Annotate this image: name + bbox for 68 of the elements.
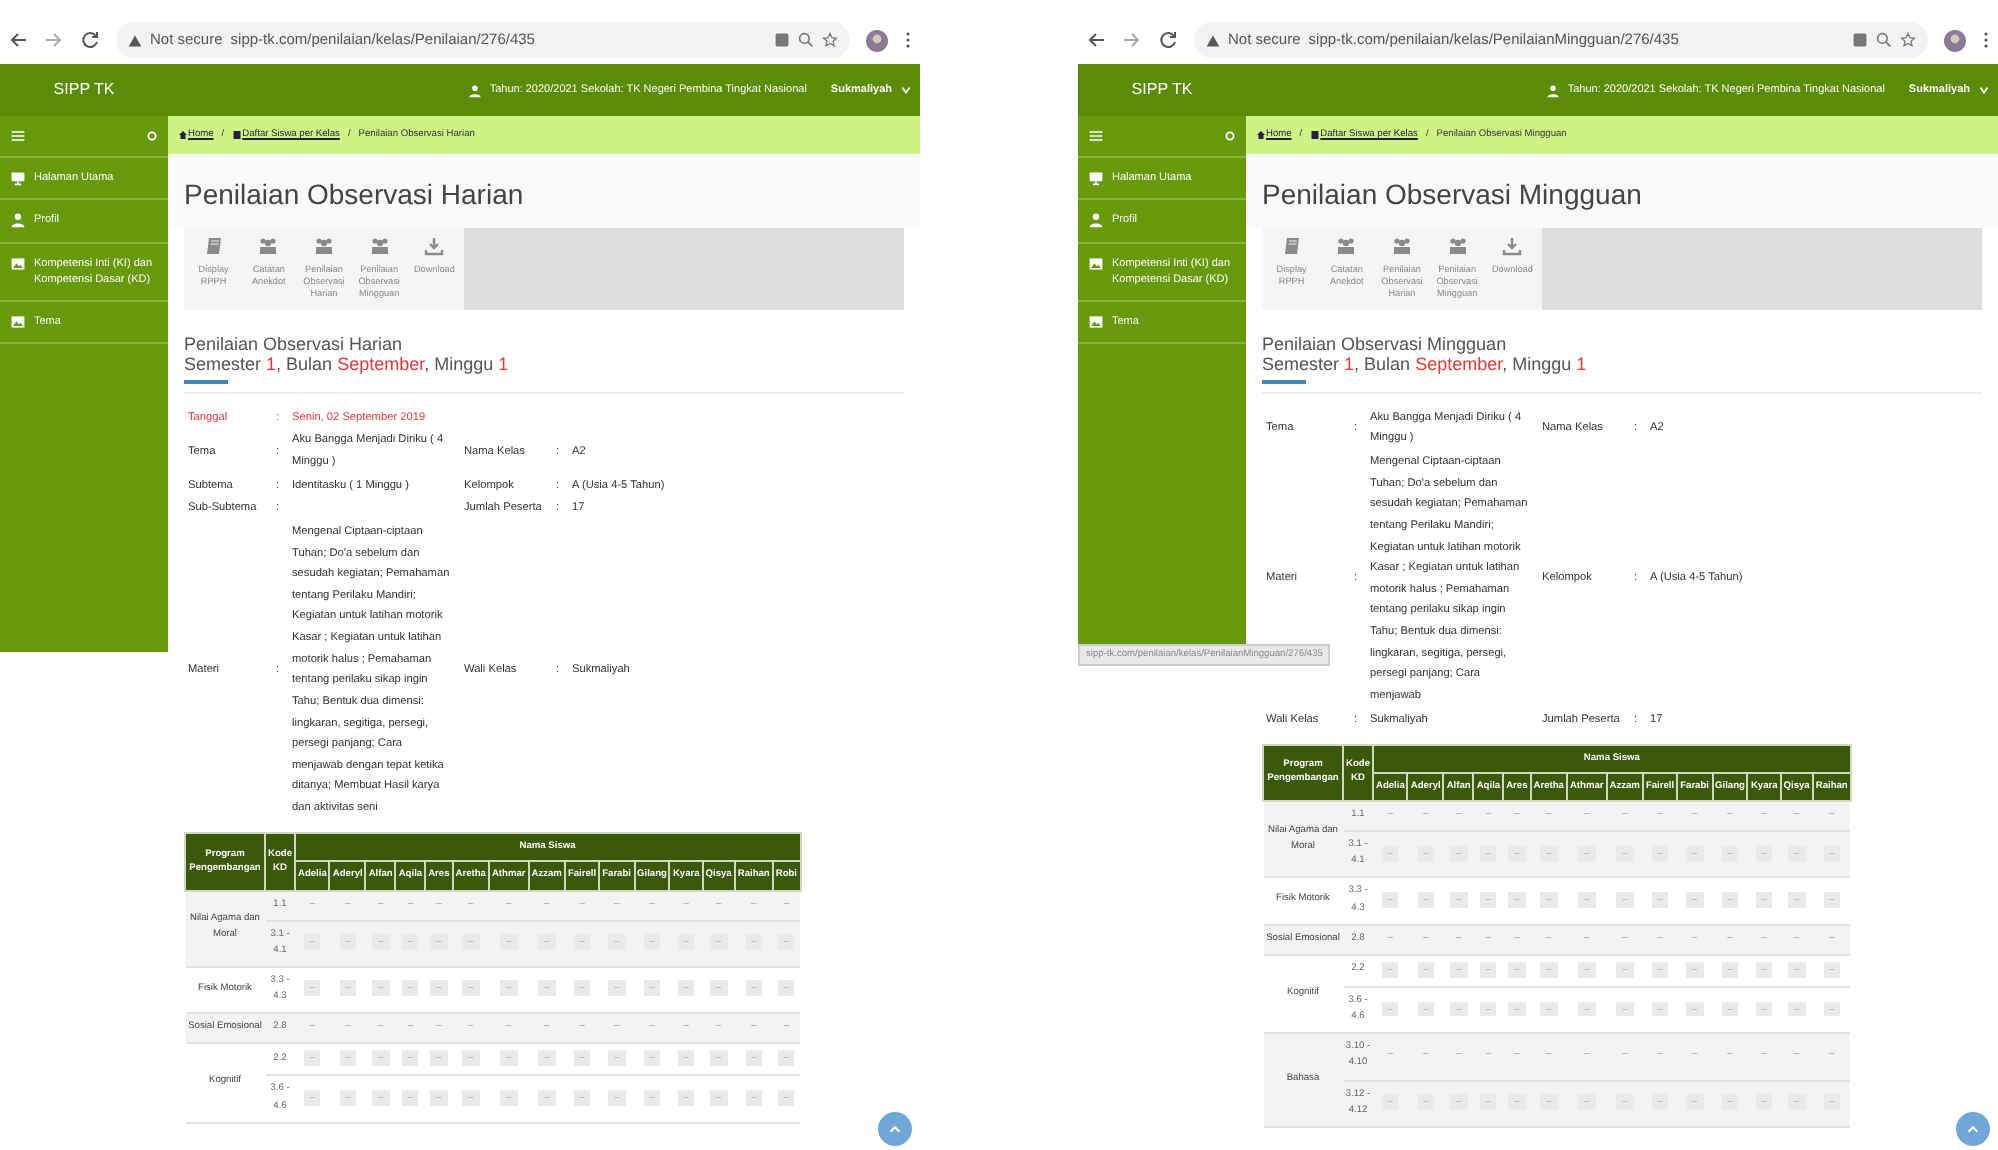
arrow-up-icon: [1964, 1120, 1982, 1138]
download-icon: [424, 236, 445, 256]
subtitle-text: September: [1415, 353, 1503, 374]
caret-icon: [900, 84, 912, 96]
forward-icon[interactable]: [44, 30, 64, 50]
warning-icon[interactable]: [1206, 33, 1220, 47]
section-title: Penilaian Observasi Mingguan: [1260, 331, 1509, 354]
forward-icon[interactable]: [1122, 30, 1142, 50]
back-icon[interactable]: [1086, 30, 1106, 50]
back-icon[interactable]: [8, 30, 28, 50]
subtitle-text: 1: [1576, 353, 1587, 374]
monitor-icon: [1088, 170, 1104, 186]
subtitle-text: 1: [498, 353, 509, 374]
subtitle-text: 1: [266, 353, 277, 374]
warning-icon[interactable]: [128, 33, 142, 47]
image-icon: [1088, 255, 1104, 271]
image-icon: [10, 314, 26, 330]
section-title: Penilaian Observasi Harian: [182, 331, 405, 354]
image-icon: [10, 255, 26, 271]
avatar-icon[interactable]: [866, 29, 888, 51]
list-icon: [232, 130, 243, 140]
zoom-icon[interactable]: [798, 32, 814, 48]
reload-icon[interactable]: [1158, 30, 1178, 50]
page-title: Penilaian Observasi Harian: [168, 154, 920, 228]
circle-icon[interactable]: [1224, 130, 1236, 142]
kebab-menu-icon[interactable]: [1982, 30, 1990, 50]
book-icon: [203, 236, 224, 256]
user-icon: [10, 212, 26, 229]
people-icon: [1391, 236, 1412, 256]
star-icon[interactable]: [1900, 32, 1916, 48]
subtitle-text: , Minggu: [1502, 353, 1574, 374]
people-icon: [1447, 236, 1468, 256]
download-icon: [1502, 236, 1523, 256]
subtitle-text: , Minggu: [424, 353, 496, 374]
kebab-menu-icon[interactable]: [904, 30, 912, 50]
people-icon: [258, 236, 279, 256]
subtitle-text: Semester: [184, 353, 264, 374]
subtitle-text: , Bulan: [276, 353, 335, 374]
star-icon[interactable]: [822, 32, 838, 48]
page-title: Penilaian Observasi Mingguan: [1246, 154, 1998, 228]
image-icon: [1088, 314, 1104, 330]
user-icon: [1088, 212, 1104, 229]
user-icon: [1545, 83, 1560, 97]
home-icon: [1256, 130, 1266, 140]
app-brand[interactable]: SIPP TK: [1078, 78, 1246, 102]
reload-icon[interactable]: [80, 30, 100, 50]
home-icon: [178, 130, 188, 140]
app-brand[interactable]: SIPP TK: [0, 78, 168, 102]
subtitle-text: September: [337, 353, 425, 374]
menu-icon[interactable]: [1088, 128, 1104, 144]
scroll-top-button[interactable]: [1956, 1112, 1990, 1146]
arrow-up-icon: [886, 1120, 904, 1138]
people-icon: [369, 236, 390, 256]
subtitle-text: , Bulan: [1354, 353, 1413, 374]
book-icon: [1281, 236, 1302, 256]
list-icon: [1310, 130, 1321, 140]
user-icon: [467, 83, 482, 97]
monitor-icon: [10, 170, 26, 186]
subtitle-text: Semester: [1262, 353, 1342, 374]
avatar-icon[interactable]: [1944, 29, 1966, 51]
subtitle-text: 1: [1344, 353, 1355, 374]
scroll-top-button[interactable]: [878, 1112, 912, 1146]
caret-icon: [1978, 84, 1990, 96]
zoom-icon[interactable]: [1876, 32, 1892, 48]
circle-icon[interactable]: [146, 130, 158, 142]
people-icon: [313, 236, 334, 256]
menu-icon[interactable]: [10, 128, 26, 144]
people-icon: [1336, 236, 1357, 256]
